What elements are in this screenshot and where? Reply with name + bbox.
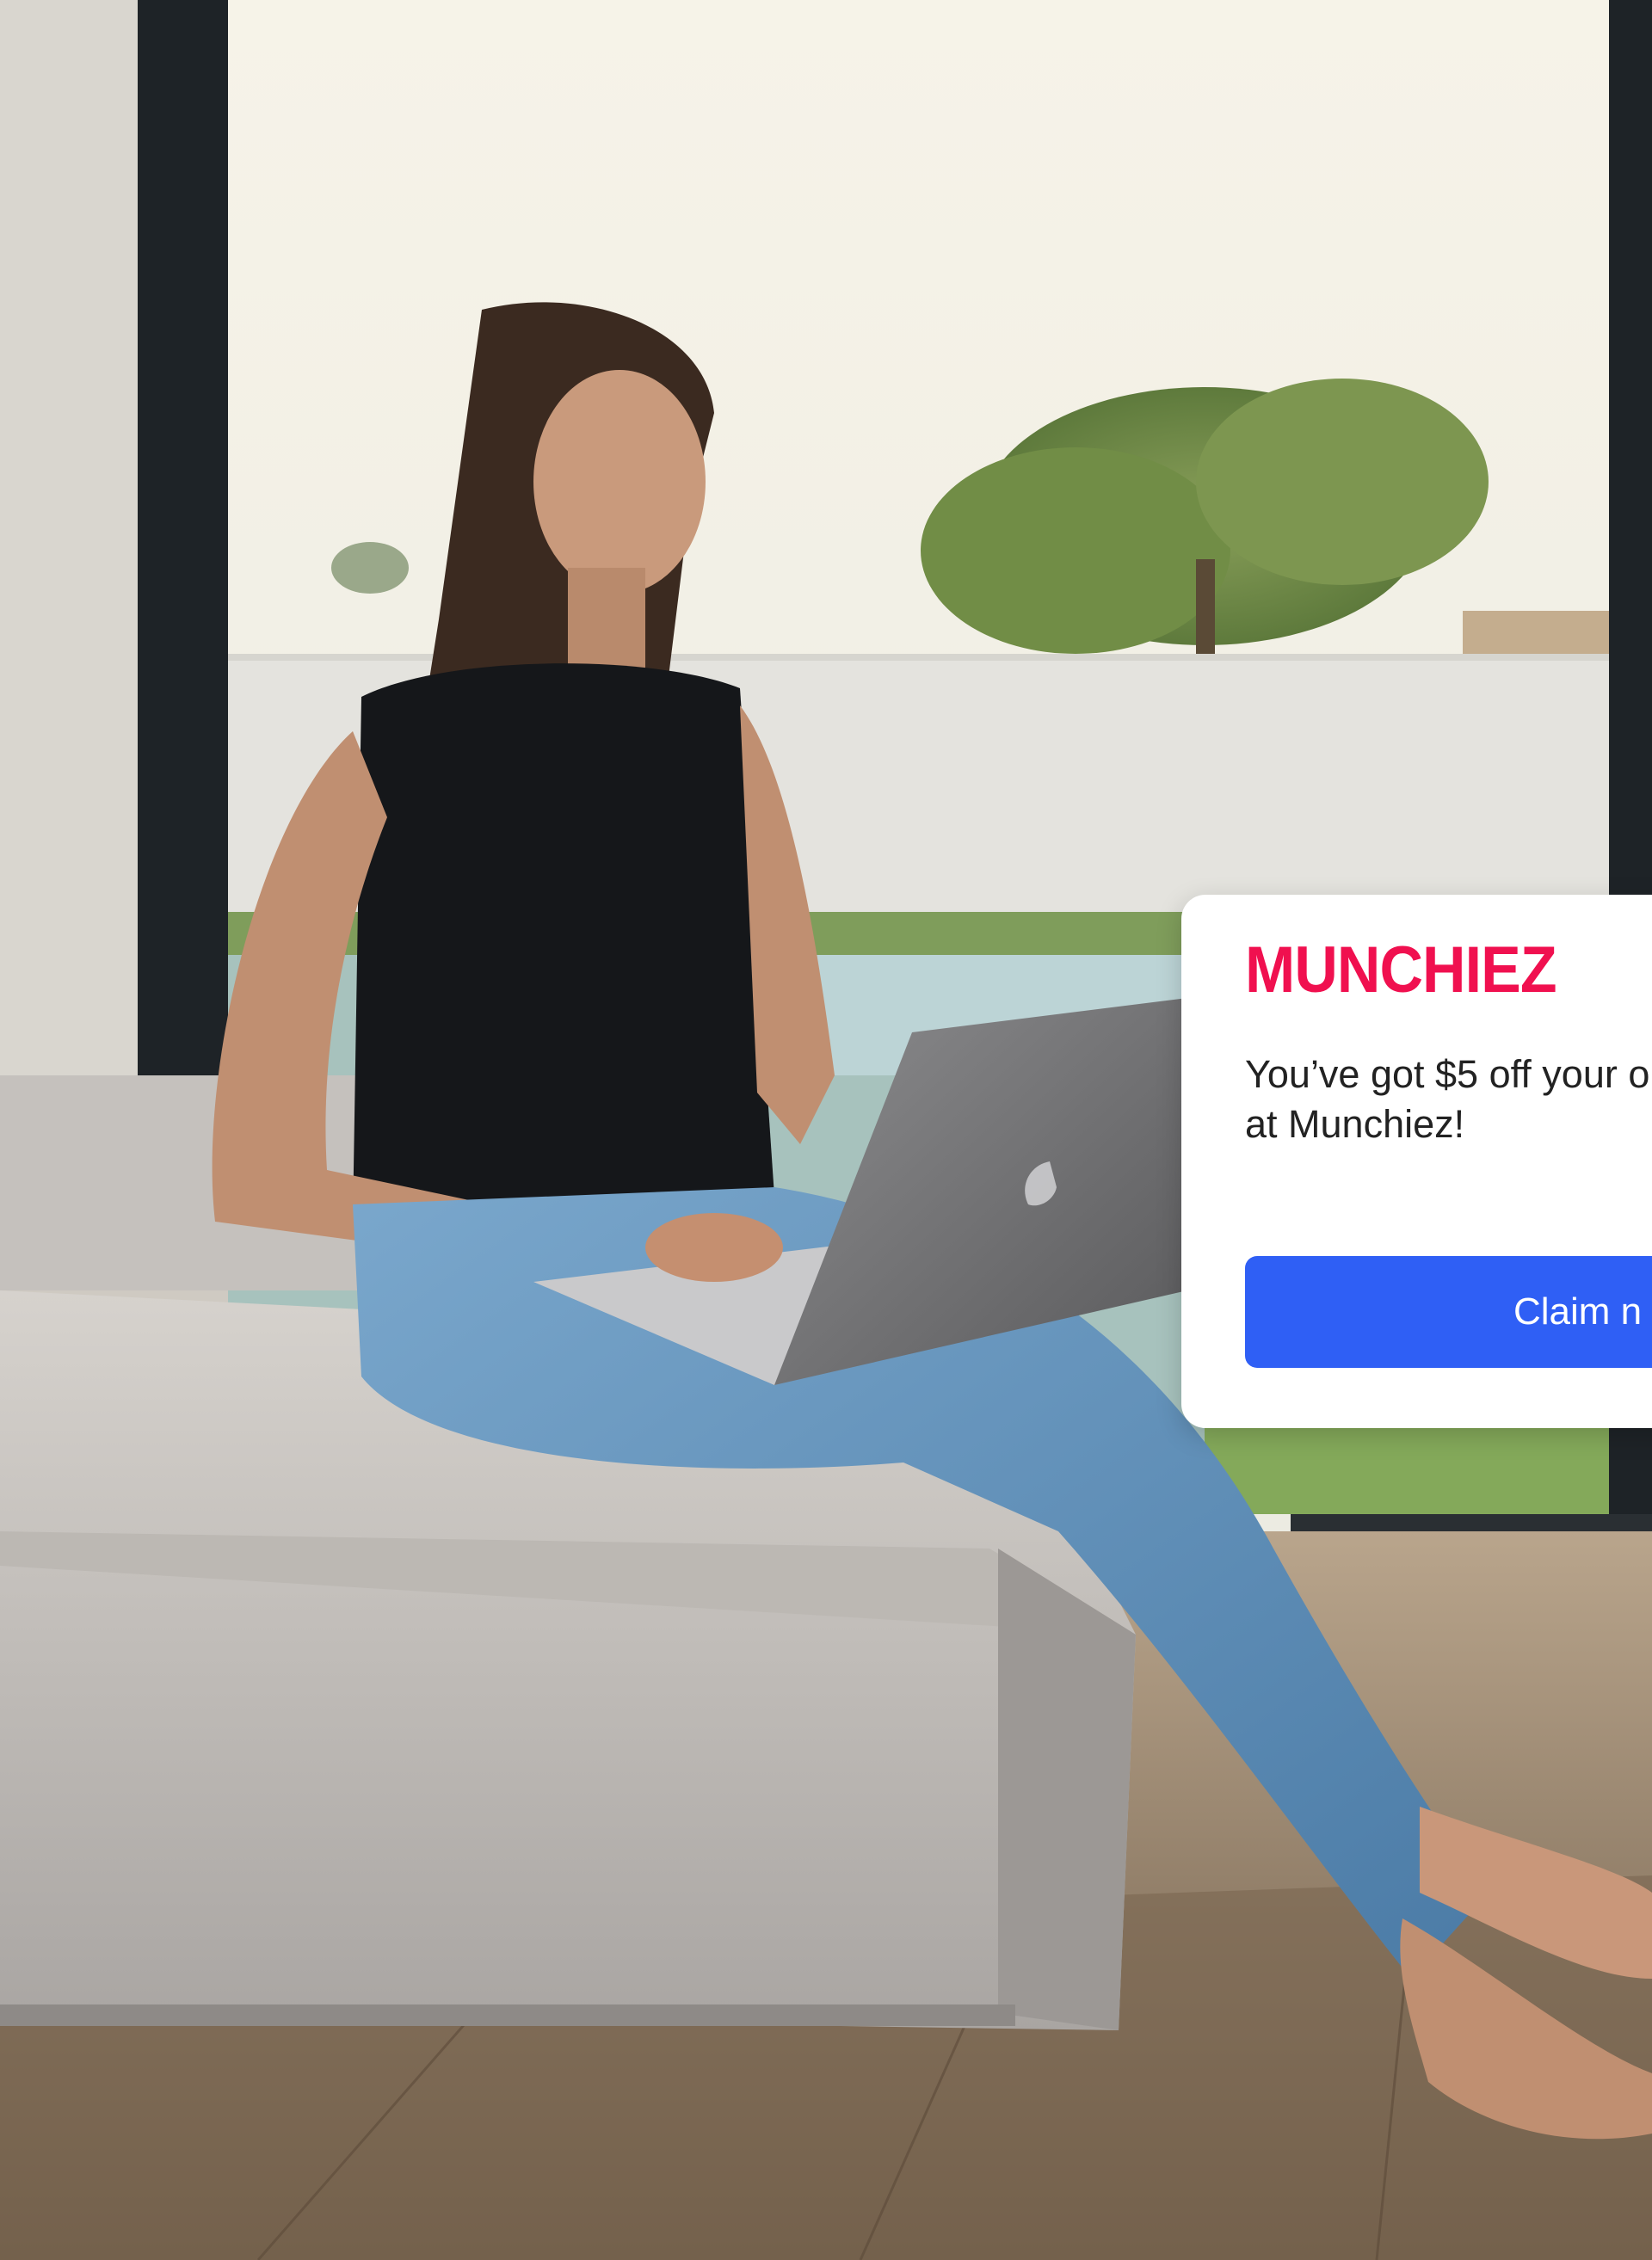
page: MUNCHIEZ You’ve got $5 off your order at… <box>0 0 1652 2260</box>
claim-button[interactable]: Claim n <box>1245 1256 1652 1368</box>
promo-message: You’ve got $5 off your order at Munchiez… <box>1245 1052 1652 1146</box>
promo-card: MUNCHIEZ You’ve got $5 off your order at… <box>1181 895 1652 1428</box>
brand-logo: MUNCHIEZ <box>1245 933 1557 1007</box>
